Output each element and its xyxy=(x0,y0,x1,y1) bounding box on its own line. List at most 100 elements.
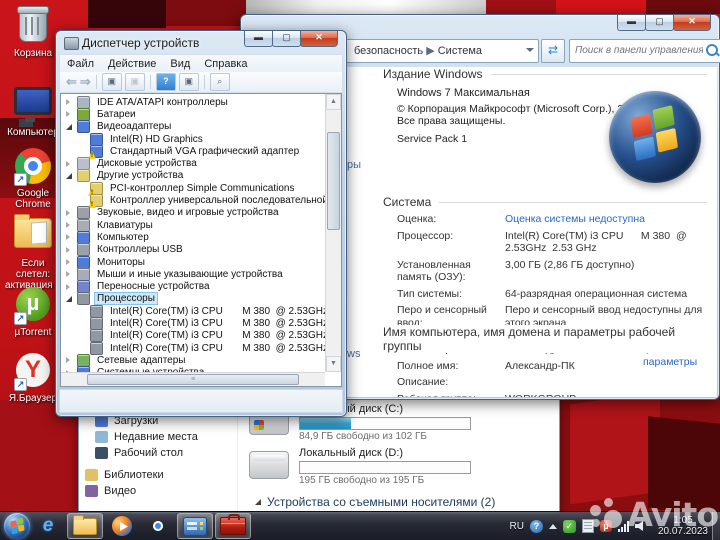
expand-icon[interactable] xyxy=(66,99,75,106)
tree-item[interactable]: Переносные устройства xyxy=(61,280,325,294)
back-icon[interactable]: ⇐ xyxy=(66,74,77,90)
menu-item-0[interactable]: Файл xyxy=(60,58,101,70)
scroll-up-icon[interactable]: ▲ xyxy=(326,94,341,110)
tree-item[interactable]: Звуковые, видео и игровые устройства xyxy=(61,206,325,220)
taskbar-media-player[interactable] xyxy=(105,514,139,538)
tree-item[interactable]: ! PCI-контроллер Simple Communications xyxy=(61,181,325,196)
expand-icon[interactable] xyxy=(66,357,75,364)
tree-item[interactable]: Батареи xyxy=(61,107,325,121)
breadcrumb[interactable]: безопасность xyxy=(354,45,423,57)
tree-item[interactable]: Компьютер xyxy=(61,230,325,244)
close-button[interactable]: ✕ xyxy=(673,15,711,31)
help-tray-icon[interactable]: ? xyxy=(529,519,543,533)
tree-item[interactable]: Мыши и иные указывающие устройства xyxy=(61,267,325,281)
language-indicator[interactable]: RU xyxy=(509,521,523,532)
desktop-icon-chrome[interactable]: ↗ Google Chrome xyxy=(3,148,63,210)
tree-item[interactable]: Intel(R) Core(TM) i3 CPU M 380 @ 2.53GHz xyxy=(61,341,325,355)
maximize-button[interactable]: ▢ xyxy=(645,15,674,31)
expand-icon[interactable] xyxy=(66,111,75,118)
close-button[interactable]: ✕ xyxy=(300,31,338,47)
show-desktop-button[interactable] xyxy=(712,512,720,540)
tree-item[interactable]: Мониторы xyxy=(61,255,325,269)
sidebar-item-3[interactable]: Библиотеки xyxy=(85,469,164,481)
expand-icon[interactable] xyxy=(66,222,75,229)
sidebar-link-fragment[interactable]: ры xyxy=(347,159,361,171)
taskbar-chrome[interactable] xyxy=(141,514,175,538)
tree-item[interactable]: Сетевые адаптеры xyxy=(61,353,325,367)
tree-item[interactable]: ! Стандартный VGA графический адаптер xyxy=(61,144,325,159)
search-input[interactable] xyxy=(570,41,703,56)
address-dropdown-icon[interactable] xyxy=(526,48,534,52)
expand-icon[interactable] xyxy=(66,160,75,167)
scrollbar-thumb[interactable] xyxy=(327,132,340,230)
sidebar-link-fragment[interactable]: ws xyxy=(347,348,360,360)
hard-drive-icon[interactable] xyxy=(249,451,289,479)
taskbar-control-panel[interactable] xyxy=(177,513,213,539)
desktop-icon-computer[interactable]: Компьютер xyxy=(3,84,63,138)
maximize-button[interactable]: ▢ xyxy=(272,31,301,47)
taskbar-windows-explorer[interactable] xyxy=(67,513,103,539)
clock[interactable]: 1:05 20.07.2023 xyxy=(658,515,708,537)
removable-devices-group[interactable]: Устройства со съемными носителями (2) xyxy=(255,495,495,509)
device-manager-window[interactable]: Диспетчер устройств ▬ ▢ ✕ Файл Действие Ви… xyxy=(55,30,347,417)
refresh-button[interactable]: ⇄ xyxy=(541,39,565,63)
taskbar-internet-explorer[interactable]: e xyxy=(31,514,65,538)
tree-item[interactable]: Контроллеры USB xyxy=(61,243,325,257)
desktop-icon-utorrent[interactable]: µ ↗ µTorrent xyxy=(3,286,63,338)
minimize-button[interactable]: ▬ xyxy=(244,31,273,47)
sidebar-item-1[interactable]: Недавние места xyxy=(95,431,198,443)
collapse-icon[interactable] xyxy=(66,123,75,130)
tree-item[interactable]: Другие устройства xyxy=(61,169,325,183)
menu-item-1[interactable]: Действие xyxy=(101,58,163,70)
tree-item[interactable]: Дисковые устройства xyxy=(61,157,325,171)
breadcrumb-current[interactable]: Система xyxy=(438,45,482,57)
forward-icon[interactable]: ⇒ xyxy=(80,74,91,90)
console-window-icon[interactable]: ▣ xyxy=(101,73,122,91)
properties-icon[interactable]: ▣ xyxy=(178,73,199,91)
tree-item[interactable]: Клавиатуры xyxy=(61,218,325,232)
expand-icon[interactable] xyxy=(66,234,75,241)
system-info-row-value[interactable]: Оценка системы недоступна xyxy=(505,213,717,226)
start-button[interactable] xyxy=(4,513,30,539)
horizontal-scrollbar[interactable]: ≡ xyxy=(61,372,325,386)
tree-item[interactable]: ! Контроллер универсальной последовательн… xyxy=(61,194,325,209)
desktop-icon-folder[interactable]: Если слетел: активация а xyxy=(3,214,63,291)
desktop-icon-recycle-bin[interactable]: Корзина xyxy=(3,6,63,59)
tree-item[interactable]: Intel(R) Core(TM) i3 CPU M 380 @ 2.53GHz xyxy=(61,329,325,343)
show-hidden-icons[interactable] xyxy=(548,523,557,529)
tray-document-icon[interactable] xyxy=(581,519,594,533)
tree-item[interactable]: Intel(R) HD Graphics xyxy=(61,132,325,146)
expand-icon[interactable] xyxy=(66,246,75,253)
minimize-button[interactable]: ▬ xyxy=(617,15,646,31)
tree-item[interactable]: Процессоры xyxy=(61,292,325,306)
device-tree-panel[interactable]: IDE ATA/ATAPI контроллеры Батареи Видеоада… xyxy=(60,93,342,387)
expand-icon[interactable] xyxy=(66,271,75,278)
search-box[interactable] xyxy=(569,39,720,63)
search-icon[interactable] xyxy=(706,44,718,56)
volume-icon[interactable] xyxy=(634,521,643,531)
help-icon[interactable]: ? xyxy=(155,73,176,91)
network-signal-icon[interactable] xyxy=(617,520,629,532)
sidebar-item-2[interactable]: Рабочий стол xyxy=(95,447,183,459)
taskbar-toolbox-app[interactable] xyxy=(215,513,251,539)
action-center-icon[interactable]: ✓ xyxy=(562,519,576,533)
desktop-icon-yandex-browser[interactable]: Y ↗ Я.Браузер xyxy=(3,352,63,404)
tree-item[interactable]: Intel(R) Core(TM) i3 CPU M 380 @ 2.53GHz xyxy=(61,304,325,318)
collapse-arrow-icon[interactable] xyxy=(255,499,261,505)
drive-name[interactable]: Локальный диск (D:) xyxy=(299,447,403,459)
scroll-down-icon[interactable]: ▼ xyxy=(326,356,341,372)
collapse-icon[interactable] xyxy=(66,172,75,179)
tree-item[interactable]: IDE ATA/ATAPI контроллеры xyxy=(61,96,325,109)
tree-item[interactable]: Intel(R) Core(TM) i3 CPU M 380 @ 2.53GHz xyxy=(61,317,325,330)
expand-icon[interactable] xyxy=(66,259,75,265)
utorrent-tray-icon[interactable]: µ xyxy=(599,520,612,532)
vertical-scrollbar[interactable]: ▲ ▼ xyxy=(325,94,341,372)
expand-icon[interactable] xyxy=(66,209,75,216)
menu-item-3[interactable]: Справка xyxy=(197,58,254,70)
scrollbar-thumb[interactable]: ≡ xyxy=(87,374,299,385)
menu-item-2[interactable]: Вид xyxy=(163,58,197,70)
scan-hardware-icon[interactable]: ⌕ xyxy=(209,73,230,91)
expand-icon[interactable] xyxy=(66,283,75,290)
collapse-icon[interactable] xyxy=(66,295,75,302)
tree-item[interactable]: Видеоадаптеры xyxy=(61,120,325,134)
